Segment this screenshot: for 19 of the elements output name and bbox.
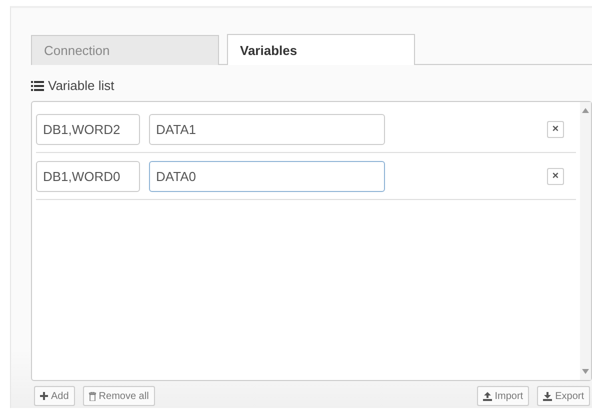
address-field[interactable]: DB1,WORD2 bbox=[36, 114, 140, 144]
toolbar-button[interactable]: Export bbox=[537, 386, 590, 406]
plus-icon bbox=[40, 392, 48, 400]
toolbar-button[interactable]: Add bbox=[34, 386, 75, 406]
delete-button[interactable]: × bbox=[547, 168, 564, 184]
trash-icon bbox=[88, 392, 96, 400]
toolbar-button[interactable]: Import bbox=[476, 386, 530, 406]
upload-icon bbox=[482, 392, 492, 400]
name-field[interactable]: DATA0 bbox=[149, 160, 385, 192]
toolbar-button[interactable]: Remove all bbox=[82, 386, 155, 406]
scroll-up-icon[interactable] bbox=[582, 108, 589, 113]
delete-button[interactable]: × bbox=[547, 120, 564, 138]
address-field[interactable]: DB1,WORD0 bbox=[36, 160, 140, 192]
section-title: Variable list bbox=[48, 78, 114, 93]
name-field[interactable]: DATA1 bbox=[149, 114, 385, 144]
tab[interactable]: Variables bbox=[227, 34, 415, 65]
download-icon bbox=[543, 392, 552, 400]
list-icon bbox=[31, 80, 44, 90]
scroll-down-icon[interactable] bbox=[582, 369, 589, 374]
